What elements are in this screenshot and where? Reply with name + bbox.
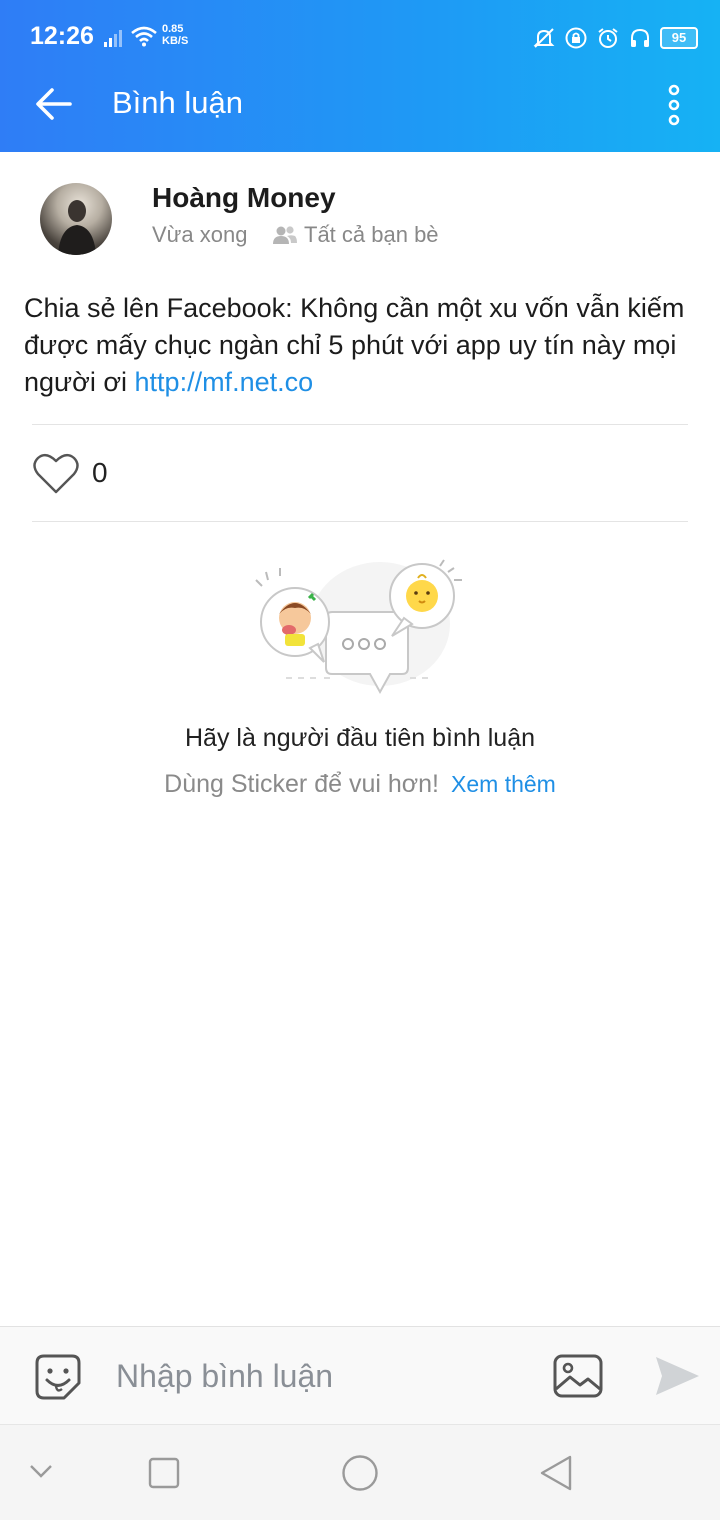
page-title: Bình luận bbox=[112, 85, 243, 120]
divider bbox=[32, 521, 688, 522]
net-speed: 0.85 KB/S bbox=[162, 23, 188, 47]
net-speed-unit: KB/S bbox=[162, 35, 189, 47]
post-link[interactable]: http://mf.net.co bbox=[135, 367, 314, 397]
see-more-link[interactable]: Xem thêm bbox=[451, 771, 556, 797]
heart-outline-icon[interactable] bbox=[32, 450, 80, 496]
friends-icon bbox=[273, 226, 297, 244]
app-bar: Bình luận bbox=[0, 56, 720, 152]
chevron-down-icon[interactable] bbox=[28, 1461, 54, 1481]
status-time: 12:26 bbox=[30, 22, 94, 50]
like-count: 0 bbox=[92, 457, 108, 488]
circle-home-icon[interactable] bbox=[341, 1454, 379, 1492]
net-speed-value: 0.85 bbox=[162, 23, 184, 35]
arrow-left-icon[interactable] bbox=[30, 82, 78, 126]
post-content: Chia sẻ lên Facebook: Không cần một xu v… bbox=[24, 290, 704, 401]
post-header: Hoàng Money Vừa xong Tất cả bạn bè bbox=[0, 180, 720, 270]
battery-icon: 95 bbox=[660, 27, 698, 49]
status-bar: 12:26 0.85 KB/S 95 bbox=[0, 0, 720, 56]
wifi-icon bbox=[131, 26, 157, 47]
triangle-back-icon[interactable] bbox=[538, 1453, 574, 1493]
empty-state-subtitle-row: Dùng Sticker để vui hơn! Xem thêm bbox=[0, 770, 720, 799]
top-bar: 12:26 0.85 KB/S 95 Bình luận bbox=[0, 0, 720, 152]
avatar-person-icon bbox=[58, 200, 96, 255]
signal-icon bbox=[104, 30, 122, 47]
send-icon[interactable] bbox=[652, 1353, 702, 1399]
mute-icon bbox=[533, 28, 555, 48]
divider bbox=[32, 424, 688, 425]
square-recent-icon[interactable] bbox=[148, 1457, 180, 1489]
avatar[interactable] bbox=[40, 183, 112, 255]
alarm-icon bbox=[598, 28, 618, 48]
headphones-icon bbox=[631, 28, 649, 47]
more-vertical-icon[interactable] bbox=[664, 84, 684, 126]
status-icons: 95 bbox=[532, 24, 698, 52]
comment-composer bbox=[0, 1326, 720, 1424]
empty-comments-illustration bbox=[255, 559, 462, 695]
post-time: Vừa xong bbox=[152, 222, 248, 247]
system-nav-bar bbox=[0, 1424, 720, 1520]
audience-label: Tất cả bạn bè bbox=[304, 222, 439, 247]
lock-rotation-icon bbox=[565, 27, 587, 49]
sticker-smile-icon[interactable] bbox=[34, 1353, 82, 1401]
author-name[interactable]: Hoàng Money bbox=[152, 182, 336, 214]
image-icon[interactable] bbox=[552, 1353, 604, 1399]
comment-input[interactable] bbox=[116, 1349, 536, 1403]
post-text: Chia sẻ lên Facebook: Không cần một xu v… bbox=[24, 293, 685, 397]
empty-state-subtitle: Dùng Sticker để vui hơn! bbox=[164, 770, 440, 798]
empty-state-title: Hãy là người đầu tiên bình luận bbox=[184, 724, 536, 752]
